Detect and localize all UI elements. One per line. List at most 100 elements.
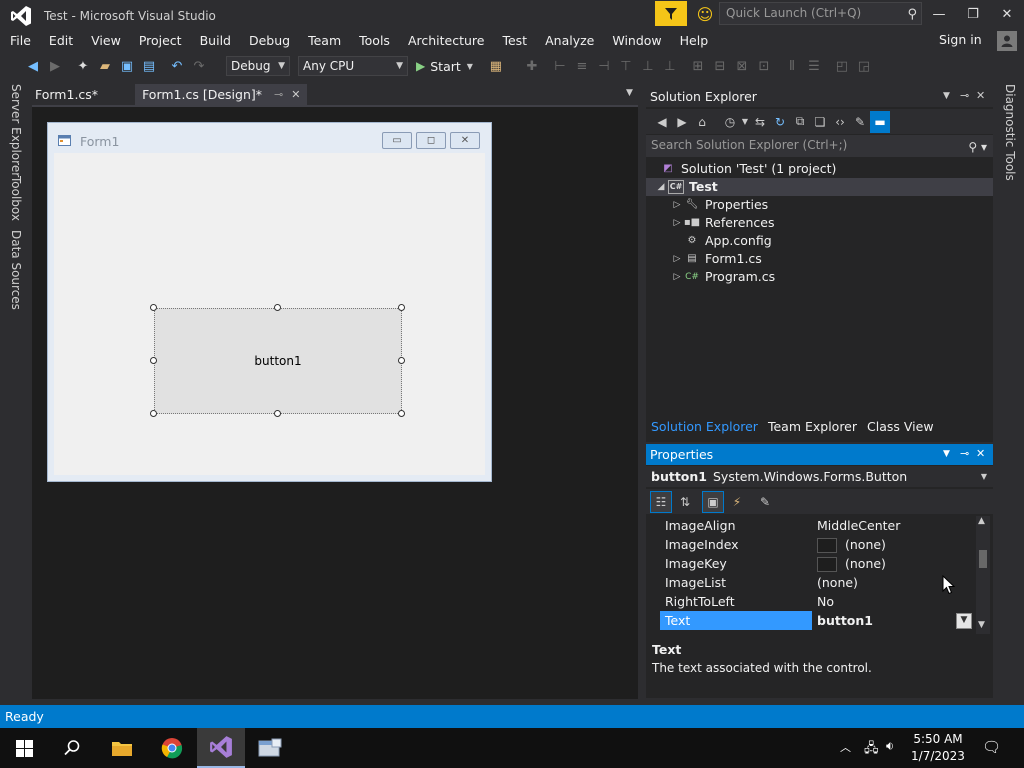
redo-icon[interactable]: ↷ [188,55,210,77]
volume-icon[interactable]: 🔉︎ [886,739,894,754]
app-window-taskbar-button[interactable] [246,728,294,768]
menu-file[interactable]: File [1,30,40,52]
resize-handle-ne[interactable] [398,304,405,311]
properties-wrench-icon[interactable]: ✎ [850,111,870,133]
categorized-icon[interactable]: ☷ [650,490,672,513]
search-button[interactable] [48,728,96,768]
text-property-value[interactable]: button1 [812,611,956,630]
tree-item-program-cs[interactable]: ▷ C# Program.cs [646,268,993,286]
menu-team[interactable]: Team [299,30,350,52]
window-position-chevron-icon[interactable]: ▼ [943,449,950,459]
resize-handle-e[interactable] [398,357,405,364]
menu-analyze[interactable]: Analyze [536,30,603,52]
menu-build[interactable]: Build [191,30,240,52]
tab-solution-explorer[interactable]: Solution Explorer [646,416,763,438]
align-tops-icon[interactable]: ⊤ [615,55,637,77]
menu-project[interactable]: Project [130,30,191,52]
property-row-imagekey[interactable]: ImageKey (none) [660,554,976,573]
menu-help[interactable]: Help [671,30,718,52]
align-lefts-icon[interactable]: ⊢ [549,55,571,77]
account-icon[interactable] [997,31,1017,51]
open-file-icon[interactable]: ▰ [94,55,116,77]
pending-changes-filter-icon[interactable]: ◷ [720,111,740,133]
menu-test[interactable]: Test [493,30,536,52]
show-hidden-icons-chevron-icon[interactable]: ︿ [840,739,851,755]
menu-tools[interactable]: Tools [350,30,399,52]
send-to-back-icon[interactable]: ◲ [853,55,875,77]
tree-item-solution[interactable]: ◩ Solution 'Test' (1 project) [646,160,993,178]
close-button[interactable]: ✕ [990,0,1024,28]
property-pages-icon[interactable]: ✎ [754,491,776,513]
taskbar-clock[interactable]: 5:50 AM 1/7/2023 [908,731,968,765]
size-to-grid-icon[interactable]: ⊡ [753,55,775,77]
toolbox-layout-icon[interactable]: ▦ [485,55,507,77]
back-icon[interactable]: ◀ [652,111,672,133]
make-same-height-icon[interactable]: ⊟ [709,55,731,77]
auto-hide-pin-icon[interactable]: ⊸ [960,447,969,460]
tab-team-explorer[interactable]: Team Explorer [763,416,862,438]
property-row-righttoleft[interactable]: RightToLeft No [660,592,976,611]
menu-view[interactable]: View [82,30,130,52]
button1-control[interactable]: button1 [154,308,402,414]
scrollbar-thumb[interactable] [979,550,987,568]
resize-handle-se[interactable] [398,410,405,417]
toolbox-tab[interactable]: Toolbox [9,176,23,221]
properties-view-icon[interactable]: ▣ [702,490,724,513]
network-icon[interactable]: 🖧︎ [864,739,879,761]
tab-class-view[interactable]: Class View [862,416,939,438]
solution-configuration-select[interactable]: Debug ▼ [226,56,290,76]
save-all-icon[interactable]: ▤ [138,55,160,77]
notification-filter-icon[interactable] [655,1,687,26]
align-centers-icon[interactable]: ≡ [571,55,593,77]
solution-platform-select[interactable]: Any CPU ▼ [298,56,408,76]
chrome-button[interactable] [148,728,196,768]
close-panel-icon[interactable]: ✕ [976,89,985,102]
collapsed-arrow-icon[interactable]: ▷ [670,268,684,286]
search-icon[interactable]: ⚲ ▾ [968,137,987,158]
property-value[interactable]: (none) [812,573,858,592]
home-icon[interactable]: ⌂ [692,111,712,133]
window-position-chevron-icon[interactable]: ▼ [943,91,950,101]
quick-launch-input[interactable]: Quick Launch (Ctrl+Q) ⚲ [719,2,922,25]
search-icon[interactable]: ⚲ [907,4,917,25]
navigate-back-icon[interactable]: ◀ [22,55,44,77]
server-explorer-tab[interactable]: Server Explorer [9,84,23,177]
property-row-imageindex[interactable]: ImageIndex (none) [660,535,976,554]
minimize-button[interactable]: — [922,0,956,28]
collapse-all-icon[interactable]: ⧉ [790,111,810,133]
forward-icon[interactable]: ▶ [672,111,692,133]
properties-scrollbar[interactable]: ▲ ▼ [976,516,990,634]
start-button[interactable]: ▶ Start ▼ [416,59,473,74]
menu-architecture[interactable]: Architecture [399,30,494,52]
auto-hide-pin-icon[interactable]: ⊸ [960,89,969,102]
data-sources-tab[interactable]: Data Sources [9,230,23,310]
visual-studio-taskbar-button[interactable] [197,728,245,768]
restore-button[interactable]: ❐ [956,0,990,28]
tree-item-properties[interactable]: ▷ 🔧︎ Properties [646,196,993,214]
align-rights-icon[interactable]: ⊣ [593,55,615,77]
menu-window[interactable]: Window [603,30,670,52]
property-row-imagealign[interactable]: ImageAlign MiddleCenter [660,516,976,535]
align-grid-icon[interactable]: ✚ [521,55,543,77]
tree-item-references[interactable]: ▷ ▪■ References [646,214,993,232]
menu-edit[interactable]: Edit [40,30,82,52]
preview-selected-items-icon[interactable]: ▬ [870,110,890,133]
collapsed-arrow-icon[interactable]: ▷ [670,214,684,232]
tab-form1-designer[interactable]: Form1.cs [Design]* ⊸ ✕ [135,84,308,105]
resize-handle-w[interactable] [150,357,157,364]
resize-handle-n[interactable] [274,304,281,311]
property-row-text[interactable]: Text button1 ▼ [660,611,976,630]
alphabetical-icon[interactable]: ⇅ [674,491,696,513]
feedback-smiley-icon[interactable]: ☺ [694,3,716,25]
property-value[interactable]: No [812,592,834,611]
vertical-spacing-icon[interactable]: ☰ [803,55,825,77]
collapsed-arrow-icon[interactable]: ▷ [670,250,684,268]
tree-item-project-test[interactable]: ◢ C# Test [646,178,993,196]
form1-client-area[interactable]: button1 [54,153,485,475]
make-same-size-icon[interactable]: ⊠ [731,55,753,77]
view-code-icon[interactable]: ‹› [830,111,850,133]
action-center-icon[interactable]: 🗨︎ [982,738,1001,756]
solution-explorer-search-input[interactable]: Search Solution Explorer (Ctrl+;) ⚲ ▾ [646,135,993,157]
tree-item-app-config[interactable]: ⚙ App.config [646,232,993,250]
close-tab-icon[interactable]: ✕ [291,84,300,105]
